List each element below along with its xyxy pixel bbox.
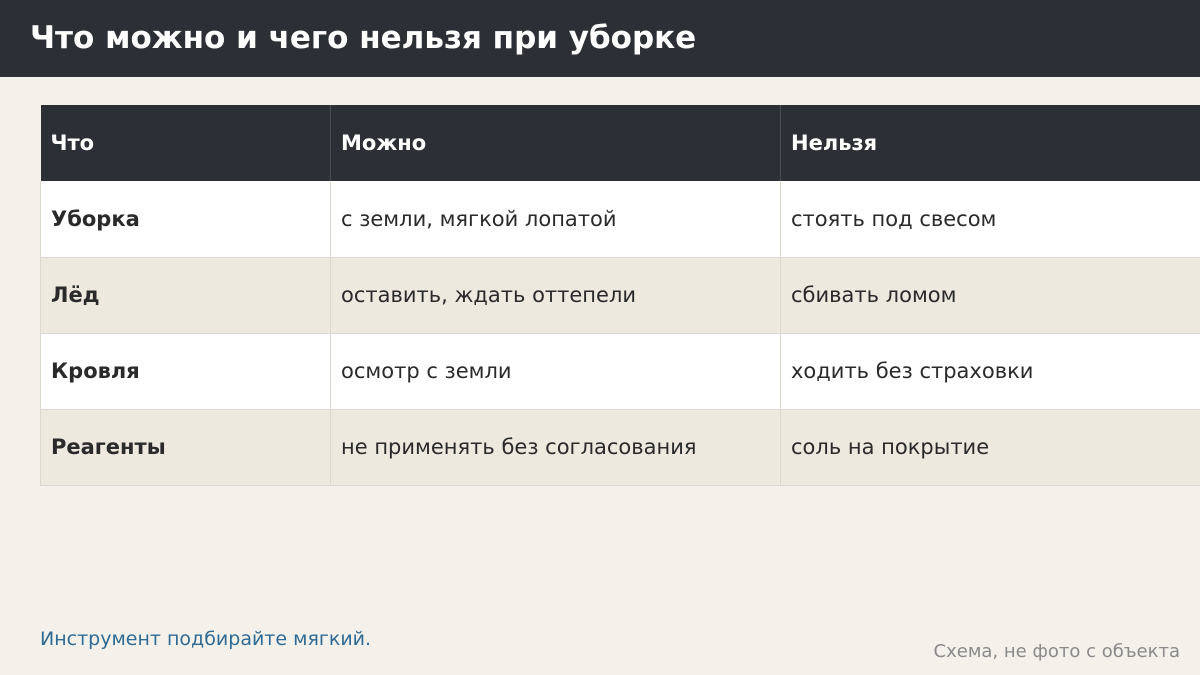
rules-table: Что Можно Нельзя Уборка с земли, мягкой … — [40, 105, 1200, 486]
title-bar: Что можно и чего нельзя при уборке — [0, 0, 1200, 77]
cell-topic: Лёд — [40, 257, 331, 334]
page-title: Что можно и чего нельзя при уборке — [30, 20, 697, 56]
cell-forbidden: сбивать ломом — [780, 257, 1200, 334]
cell-allowed: с земли, мягкой лопатой — [330, 181, 781, 258]
cell-topic: Уборка — [40, 181, 331, 258]
image-caption: Схема, не фото с объекта — [933, 641, 1180, 662]
table-header-row: Что Можно Нельзя — [40, 105, 1200, 181]
cell-allowed: оставить, ждать оттепели — [330, 257, 781, 334]
column-header-what: Что — [40, 105, 331, 181]
cell-allowed: не применять без согласования — [330, 409, 781, 486]
table-row: Кровля осмотр с земли ходить без страхов… — [40, 333, 1200, 410]
cell-forbidden: стоять под свесом — [780, 181, 1200, 258]
table-row: Уборка с земли, мягкой лопатой стоять по… — [40, 181, 1200, 258]
cell-topic: Кровля — [40, 333, 331, 410]
cell-forbidden: ходить без страховки — [780, 333, 1200, 410]
cell-topic: Реагенты — [40, 409, 331, 486]
column-header-forbidden: Нельзя — [780, 105, 1200, 181]
column-header-allowed: Можно — [330, 105, 781, 181]
table-row: Лёд оставить, ждать оттепели сбивать лом… — [40, 257, 1200, 334]
slide: Что можно и чего нельзя при уборке Что М… — [0, 0, 1200, 675]
cell-forbidden: соль на покрытие — [780, 409, 1200, 486]
tip-text: Инструмент подбирайте мягкий. — [40, 628, 372, 650]
cell-allowed: осмотр с земли — [330, 333, 781, 410]
table-row: Реагенты не применять без согласования с… — [40, 409, 1200, 486]
